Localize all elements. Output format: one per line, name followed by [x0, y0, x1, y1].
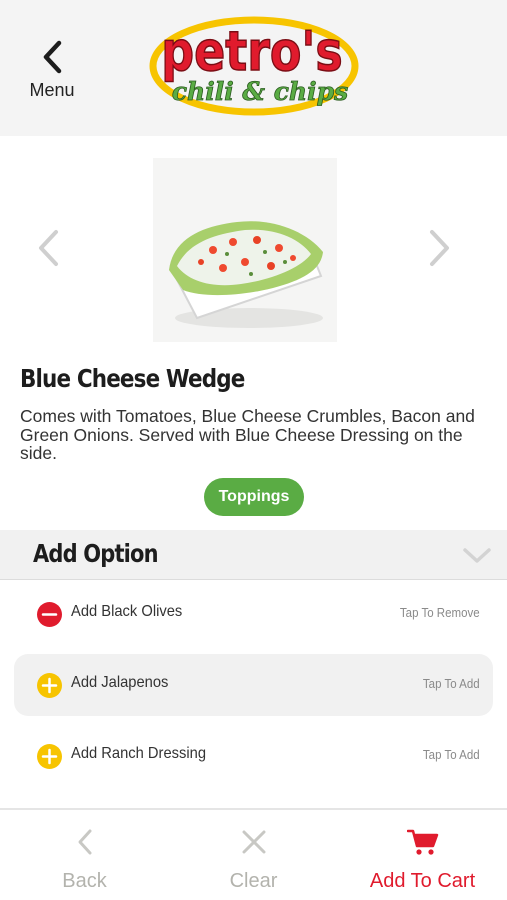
add-to-cart-label: Add To Cart — [369, 870, 476, 892]
chevron-left-icon — [78, 829, 91, 855]
svg-text:chili & chips: chili & chips — [172, 77, 348, 106]
bottom-action-bar: Back Clear Add To Cart — [0, 808, 507, 900]
next-image-arrow-icon[interactable] — [426, 228, 454, 268]
clear-button-label: Clear — [229, 870, 278, 892]
item-title: Blue Cheese Wedge — [20, 364, 245, 393]
chevron-left-icon — [43, 40, 62, 74]
app-header: Menu petro's chili & chips — [0, 0, 507, 136]
chevron-down-icon[interactable] — [462, 547, 492, 565]
option-label: Add Jalapenos — [71, 674, 169, 691]
item-photo — [153, 158, 337, 342]
item-image-carousel — [0, 136, 507, 356]
previous-image-arrow-icon[interactable] — [34, 228, 62, 268]
toppings-button[interactable]: Toppings — [204, 478, 304, 516]
option-action-hint: Tap To Add — [423, 748, 480, 762]
back-to-menu-label: Menu — [29, 80, 75, 100]
plus-icon — [37, 673, 62, 698]
minus-icon — [37, 602, 62, 627]
petros-logo: petro's chili & chips — [149, 16, 359, 116]
option-action-hint: Tap To Add — [423, 677, 480, 691]
clear-button[interactable]: Clear — [169, 810, 338, 900]
option-row-jalapenos[interactable]: Add Jalapenos Tap To Add — [14, 654, 493, 716]
add-option-title: Add Option — [33, 539, 159, 568]
add-option-section-header[interactable]: Add Option — [0, 530, 507, 580]
back-to-menu-button[interactable]: Menu — [22, 40, 82, 106]
close-icon — [242, 830, 265, 854]
back-button-label: Back — [62, 870, 107, 892]
option-label: Add Ranch Dressing — [71, 745, 207, 762]
option-row-black-olives[interactable]: Add Black Olives Tap To Remove — [14, 583, 493, 645]
add-to-cart-button[interactable]: Add To Cart — [338, 810, 507, 900]
svg-text:petro's: petro's — [161, 19, 342, 83]
plus-icon — [37, 744, 62, 769]
option-label: Add Black Olives — [71, 603, 183, 620]
option-action-hint: Tap To Remove — [400, 606, 480, 620]
back-button[interactable]: Back — [0, 810, 169, 900]
shopping-cart-icon — [406, 829, 438, 855]
option-row-ranch-dressing[interactable]: Add Ranch Dressing Tap To Add — [14, 725, 493, 787]
item-description: Comes with Tomatoes, Blue Cheese Crumble… — [20, 406, 475, 463]
